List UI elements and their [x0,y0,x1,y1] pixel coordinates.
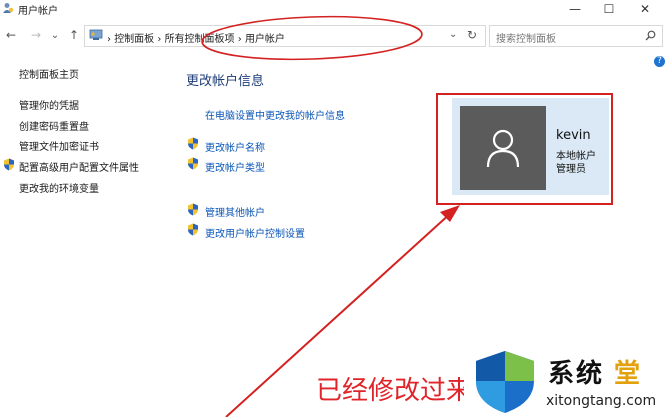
forward-button[interactable]: → [29,28,43,42]
highlight-box [436,93,613,205]
breadcrumb-separator: › [237,34,242,45]
annotation-text: 已经修改过来 [316,376,473,406]
window-title: 用户帐户 [18,6,58,17]
recent-locations-dropdown[interactable]: ⌄ [48,28,62,42]
breadcrumb: › 控制面板 › 所有控制面板项 › 用户帐户 [107,30,285,45]
uac-shield-icon [4,158,14,171]
breadcrumb-item-user-accounts[interactable]: 用户帐户 [245,34,285,45]
user-accounts-icon [3,3,14,13]
refresh-button[interactable]: ↻ [467,28,477,42]
uac-shield-icon [188,137,198,150]
watermark-url: xitongtang.com [546,393,657,409]
manage-other-accounts-link[interactable]: 管理其他帐户 [205,204,265,219]
search-input[interactable]: 搜索控制面板 [496,30,556,45]
breadcrumb-separator: › [107,34,111,45]
change-account-type-link[interactable]: 更改帐户类型 [205,159,265,174]
address-dropdown-icon[interactable]: ⌄ [449,29,457,40]
manage-credentials-link[interactable]: 管理你的凭据 [19,97,79,112]
annotation-arrow-head [440,205,460,222]
uac-settings-link[interactable]: 更改用户帐户控制设置 [205,225,305,240]
watermark-name-accent: 堂 [614,359,641,389]
advanced-profile-link[interactable]: 配置高级用户配置文件属性 [19,159,139,174]
uac-shield-icon [188,157,198,170]
breadcrumb-separator: › [157,34,162,45]
back-button[interactable]: ← [4,28,18,42]
uac-shield-icon [188,203,198,216]
control-panel-icon [89,29,103,40]
address-bar[interactable]: › 控制面板 › 所有控制面板项 › 用户帐户 ⌄ ↻ [84,25,486,47]
pc-settings-link[interactable]: 在电脑设置中更改我的帐户信息 [205,107,345,122]
watermark-shield-logo [476,351,534,413]
breadcrumb-item-control-panel[interactable]: 控制面板 [114,34,154,45]
title-bar: 用户帐户 — ☐ ✕ [0,0,665,18]
control-panel-home-link[interactable]: 控制面板主页 [19,66,79,81]
page-title: 更改帐户信息 [186,74,265,89]
manage-encryption-cert-link[interactable]: 管理文件加密证书 [19,138,99,153]
help-icon[interactable]: ? [654,56,665,67]
close-button[interactable]: ✕ [630,0,660,18]
search-icon[interactable] [645,30,656,41]
navigation-bar: ← → ⌄ ↑ › 控制面板 › 所有控制面板项 › 用户帐户 ⌄ ↻ 搜索控制… [0,24,665,48]
environment-variables-link[interactable]: 更改我的环境变量 [19,180,99,195]
maximize-button[interactable]: ☐ [594,0,624,18]
create-reset-disk-link[interactable]: 创建密码重置盘 [19,118,89,133]
uac-shield-icon [188,223,198,236]
watermark-name: 系统 [548,359,605,389]
site-watermark: 系统 堂 xitongtang.com [464,345,665,417]
change-account-name-link[interactable]: 更改帐户名称 [205,139,265,154]
minimize-button[interactable]: — [560,0,590,18]
up-button[interactable]: ↑ [67,28,81,42]
search-box[interactable]: 搜索控制面板 [489,25,663,47]
breadcrumb-item-all-items[interactable]: 所有控制面板项 [165,34,235,45]
